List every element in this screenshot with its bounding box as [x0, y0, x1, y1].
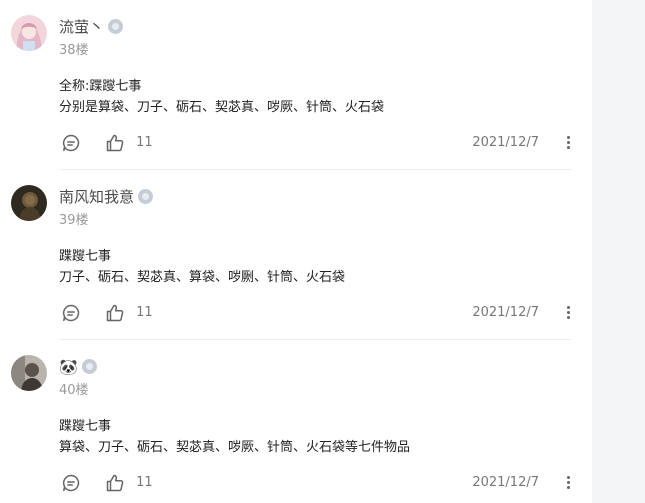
username-text[interactable]: 流萤丶 [59, 18, 104, 36]
comment-actions: 11 2021/12/7 [59, 472, 583, 494]
thumbs-up-icon [106, 304, 124, 321]
user-avatar[interactable] [11, 15, 47, 51]
like-button[interactable]: 11 [105, 132, 153, 154]
comment-page: 流萤丶 38楼 全称:蹀躞七事 分别是算袋、刀子、砺石、契苾真、哕厥、针筒、火石… [0, 0, 645, 503]
floor-number: 38楼 [59, 43, 89, 58]
like-count: 11 [136, 305, 153, 320]
comment-actions: 11 2021/12/7 [59, 302, 583, 324]
username[interactable]: 流萤丶 [59, 17, 124, 37]
comment-content: 蹀躞七事 刀子、砺石、契苾真、算袋、哕劂、针筒、火石袋 [59, 246, 345, 288]
username[interactable]: 南风知我意 [59, 187, 154, 207]
comment-line: 蹀躞七事 [59, 419, 112, 434]
comment-item: 南风知我意 39楼 蹀躞七事 刀子、砺石、契苾真、算袋、哕劂、针筒、火石袋 11… [0, 170, 592, 340]
like-count: 11 [136, 475, 153, 490]
username[interactable]: 🐼 [59, 357, 97, 377]
level-badge-icon [81, 359, 97, 374]
comment-line: 算袋、刀子、砺石、契苾真、哕厥、针筒、火石袋等七件物品 [59, 440, 411, 455]
comment-date: 2021/12/7 [472, 305, 539, 320]
comment-date: 2021/12/7 [472, 135, 539, 150]
more-options-icon[interactable] [563, 474, 573, 492]
like-button[interactable]: 11 [105, 302, 153, 324]
right-sidebar [592, 0, 645, 503]
floor-number: 39楼 [59, 213, 89, 228]
comment-date: 2021/12/7 [472, 475, 539, 490]
comment-line: 全称:蹀躞七事 [59, 79, 142, 94]
like-count: 11 [136, 135, 153, 150]
thumbs-up-icon [106, 134, 124, 151]
comment-line: 蹀躞七事 [59, 249, 112, 264]
reply-button[interactable] [61, 303, 81, 323]
comment-bubble-icon [62, 474, 80, 492]
level-badge-icon [108, 19, 124, 34]
comment-list: 流萤丶 38楼 全称:蹀躞七事 分别是算袋、刀子、砺石、契苾真、哕厥、针筒、火石… [0, 0, 592, 503]
comment-content: 蹀躞七事 算袋、刀子、砺石、契苾真、哕厥、针筒、火石袋等七件物品 [59, 416, 410, 458]
more-options-icon[interactable] [563, 134, 573, 152]
user-avatar[interactable] [11, 355, 47, 391]
reply-button[interactable] [61, 133, 81, 153]
level-badge-icon [138, 189, 154, 204]
reply-button[interactable] [61, 473, 81, 493]
comment-item: 流萤丶 38楼 全称:蹀躞七事 分别是算袋、刀子、砺石、契苾真、哕厥、针筒、火石… [0, 0, 592, 170]
comment-item: 🐼 40楼 蹀躞七事 算袋、刀子、砺石、契苾真、哕厥、针筒、火石袋等七件物品 1… [0, 340, 592, 503]
thumbs-up-icon [106, 474, 124, 491]
floor-number: 40楼 [59, 383, 89, 398]
comment-content: 全称:蹀躞七事 分别是算袋、刀子、砺石、契苾真、哕厥、针筒、火石袋 [59, 76, 384, 118]
comment-bubble-icon [62, 134, 80, 152]
comment-actions: 11 2021/12/7 [59, 132, 583, 154]
comment-line: 刀子、砺石、契苾真、算袋、哕劂、针筒、火石袋 [59, 270, 346, 285]
more-options-icon[interactable] [563, 304, 573, 322]
user-avatar[interactable] [11, 185, 47, 221]
username-text[interactable]: 南风知我意 [59, 188, 134, 206]
like-button[interactable]: 11 [105, 472, 153, 494]
comment-line: 分别是算袋、刀子、砺石、契苾真、哕厥、针筒、火石袋 [59, 100, 385, 115]
username-text[interactable]: 🐼 [59, 358, 78, 376]
comment-bubble-icon [62, 304, 80, 322]
